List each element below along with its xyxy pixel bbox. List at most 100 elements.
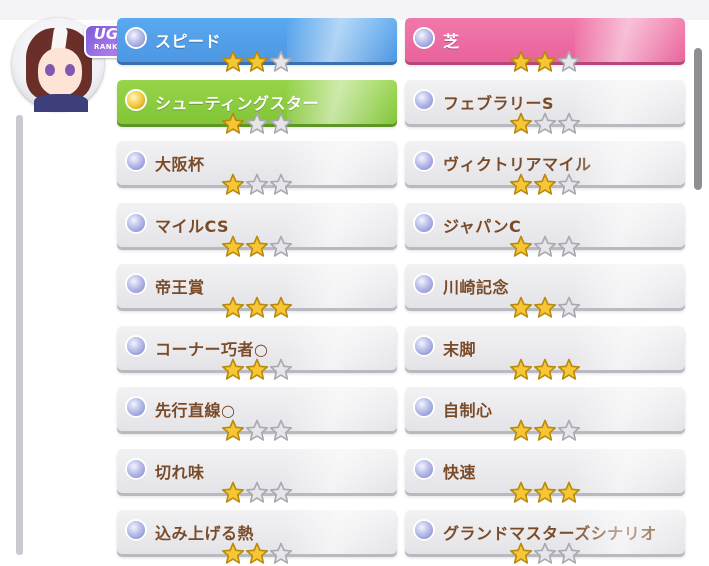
star-filled-icon	[245, 50, 269, 72]
factor-label: 自制心	[443, 401, 493, 420]
star-empty-icon	[557, 173, 581, 195]
star-filled-icon	[509, 296, 533, 318]
factor-label: 切れ味	[155, 462, 205, 482]
star-filled-icon	[221, 542, 245, 564]
star-filled-icon	[221, 296, 245, 318]
star-filled-icon	[245, 358, 269, 380]
star-filled-icon	[221, 419, 245, 441]
factor-card[interactable]: マイルCS	[117, 202, 397, 257]
normal-gem-icon	[415, 336, 433, 355]
normal-gem-icon	[127, 29, 145, 47]
factor-label: 川崎記念	[443, 278, 510, 297]
star-filled-icon	[509, 112, 533, 134]
star-filled-icon	[533, 296, 557, 318]
factor-card[interactable]: 快速	[405, 448, 685, 503]
normal-gem-icon	[415, 29, 433, 47]
star-empty-icon	[245, 112, 269, 134]
star-filled-icon	[533, 173, 557, 195]
factor-card[interactable]: ジャパンC	[405, 202, 685, 257]
factor-card[interactable]: フェブラリーS	[405, 79, 685, 134]
factor-card[interactable]: 川崎記念	[405, 264, 685, 318]
star-filled-icon	[533, 481, 557, 503]
star-empty-icon	[557, 419, 581, 441]
factor-label: 込み上げる熱	[155, 524, 255, 543]
star-filled-icon	[221, 173, 245, 195]
star-filled-icon	[509, 50, 533, 72]
star-rating	[509, 542, 581, 566]
star-filled-icon	[533, 358, 557, 380]
factor-label: ヴィクトリアマイル	[443, 155, 592, 174]
star-filled-icon	[533, 419, 557, 441]
factor-card[interactable]: グランドマスターズシナリオ	[405, 510, 685, 564]
normal-gem-icon	[415, 521, 433, 539]
star-empty-icon	[557, 235, 581, 257]
star-filled-icon	[221, 358, 245, 380]
star-empty-icon	[269, 173, 293, 195]
normal-gem-icon	[415, 90, 433, 109]
normal-gem-icon	[415, 459, 433, 478]
factor-label: 芝	[443, 32, 460, 51]
factor-card[interactable]: シューティングスター	[117, 79, 397, 134]
star-rating	[509, 419, 581, 443]
normal-gem-icon	[127, 152, 145, 170]
factor-card[interactable]: 芝	[405, 18, 685, 72]
factor-label: 帝王賞	[155, 278, 205, 297]
factor-label: ジャパンC	[443, 216, 522, 236]
star-filled-icon	[509, 358, 533, 380]
factor-card[interactable]: 自制心	[405, 387, 685, 441]
star-rating	[509, 481, 581, 505]
star-filled-icon	[509, 542, 533, 564]
factor-card[interactable]: スピード	[117, 18, 397, 72]
star-empty-icon	[533, 235, 557, 257]
star-rating	[221, 50, 293, 74]
star-rating	[509, 112, 581, 136]
star-rating	[221, 296, 293, 320]
normal-gem-icon	[127, 213, 145, 232]
star-rating	[221, 173, 293, 197]
star-filled-icon	[533, 50, 557, 72]
factor-label: グランドマスターズシナリオ	[443, 524, 657, 543]
star-empty-icon	[557, 542, 581, 564]
normal-gem-icon	[127, 398, 145, 416]
star-filled-icon	[509, 173, 533, 195]
star-rating	[509, 358, 581, 382]
factor-card[interactable]: 末脚	[405, 325, 685, 380]
normal-gem-icon	[415, 152, 433, 170]
star-rating	[221, 419, 293, 443]
star-filled-icon	[245, 235, 269, 257]
factor-card[interactable]: 切れ味	[117, 448, 397, 503]
gold-gem-icon	[127, 90, 145, 109]
normal-gem-icon	[415, 213, 433, 232]
star-filled-icon	[557, 358, 581, 380]
normal-gem-icon	[127, 521, 145, 539]
factor-label: マイルCS	[155, 216, 230, 236]
factor-card[interactable]: 大阪杯	[117, 141, 397, 195]
star-empty-icon	[557, 296, 581, 318]
factor-card[interactable]: 帝王賞	[117, 264, 397, 318]
factor-card[interactable]: コーナー巧者○	[117, 325, 397, 380]
star-empty-icon	[269, 358, 293, 380]
star-filled-icon	[509, 481, 533, 503]
normal-gem-icon	[127, 459, 145, 478]
star-filled-icon	[509, 235, 533, 257]
scrollbar-thumb[interactable]	[694, 48, 702, 190]
character-avatar[interactable]: UG RANK	[12, 18, 128, 116]
star-empty-icon	[533, 542, 557, 564]
star-filled-icon	[269, 296, 293, 318]
star-empty-icon	[533, 112, 557, 134]
star-empty-icon	[269, 481, 293, 503]
factor-card[interactable]: ヴィクトリアマイル	[405, 141, 685, 195]
star-rating	[509, 173, 581, 197]
star-rating	[221, 542, 293, 566]
star-filled-icon	[221, 235, 245, 257]
factor-card[interactable]: 先行直線○	[117, 387, 397, 441]
factor-card[interactable]: 込み上げる熱	[117, 510, 397, 564]
star-empty-icon	[269, 235, 293, 257]
star-rating	[221, 112, 293, 136]
star-filled-icon	[245, 296, 269, 318]
left-rail	[16, 115, 23, 555]
star-empty-icon	[269, 112, 293, 134]
normal-gem-icon	[415, 398, 433, 416]
normal-gem-icon	[415, 275, 433, 293]
star-rating	[221, 358, 293, 382]
